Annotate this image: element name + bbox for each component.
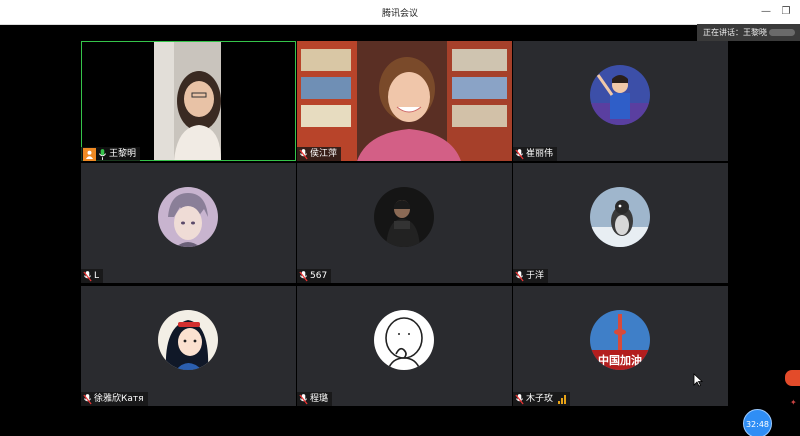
- participant-video-2: [297, 41, 512, 161]
- minimize-icon[interactable]: —: [758, 4, 774, 20]
- participant-tile-7[interactable]: 徐雅欣Катя: [81, 286, 296, 406]
- mic-muted-icon[interactable]: [299, 148, 308, 160]
- signal-bars-icon: [558, 394, 567, 404]
- participant-tile-2[interactable]: 侯江萍: [297, 41, 512, 161]
- avatar-text: 中国加油: [598, 353, 642, 367]
- participant-avatar: [590, 187, 650, 247]
- participant-namebar-6: 于洋: [513, 269, 549, 283]
- participant-name: 徐雅欣Катя: [94, 394, 144, 404]
- participant-tile-9[interactable]: 中国加油 木子玫: [513, 286, 728, 406]
- mic-on-icon[interactable]: [98, 148, 107, 160]
- participant-name: 于洋: [526, 271, 545, 281]
- participant-name: 567: [310, 271, 328, 281]
- participant-tile-1[interactable]: 王黎明: [81, 41, 296, 161]
- participant-tile-8[interactable]: 程璐: [297, 286, 512, 406]
- participant-avatar: [374, 187, 434, 247]
- participant-tile-5[interactable]: 567: [297, 163, 512, 283]
- mic-muted-icon[interactable]: [299, 393, 308, 405]
- participant-namebar-8: 程璐: [297, 392, 333, 406]
- participant-video-1: [81, 41, 296, 161]
- participant-avatar: [158, 187, 218, 247]
- mic-muted-icon[interactable]: [515, 148, 524, 160]
- floating-badge-icon[interactable]: [785, 370, 800, 386]
- participant-namebar-3: 崔丽伟: [513, 147, 558, 161]
- participant-namebar-7: 徐雅欣Катя: [81, 392, 148, 406]
- participant-name: 木子玫: [526, 394, 554, 404]
- participant-namebar-2: 侯江萍: [297, 147, 342, 161]
- title-bar: 腾讯会议 — ❐: [0, 0, 800, 25]
- participant-tile-6[interactable]: 于洋: [513, 163, 728, 283]
- participant-name: 崔丽伟: [526, 149, 554, 159]
- meeting-timer[interactable]: 32:48: [743, 409, 772, 436]
- participant-name: 侯江萍: [310, 149, 338, 159]
- mic-muted-icon[interactable]: [515, 270, 524, 282]
- participant-namebar-1: 王黎明: [81, 147, 141, 161]
- floating-decoration-icon: ✦: [790, 398, 797, 407]
- mic-muted-icon[interactable]: [515, 393, 524, 405]
- restore-icon[interactable]: ❐: [778, 4, 794, 20]
- speaking-indicator: 正在讲话：王黎晓: [697, 24, 800, 41]
- host-icon: [83, 147, 96, 161]
- participant-name: 王黎明: [109, 149, 137, 159]
- mic-muted-icon[interactable]: [83, 270, 92, 282]
- participant-tile-4[interactable]: L: [81, 163, 296, 283]
- participant-namebar-9: 木子玫: [513, 392, 571, 406]
- speaking-label: 正在讲话：: [703, 28, 743, 37]
- participant-tile-3[interactable]: 崔丽伟: [513, 41, 728, 161]
- participant-avatar: [590, 65, 650, 125]
- participant-namebar-5: 567: [297, 269, 332, 283]
- mic-muted-icon[interactable]: [83, 393, 92, 405]
- participant-namebar-4: L: [81, 269, 104, 283]
- blurred-name-overlay: [769, 29, 795, 36]
- participant-name: L: [94, 271, 100, 281]
- participant-avatar: [158, 310, 218, 370]
- participant-avatar: 中国加油: [590, 310, 650, 370]
- speaking-name: 王黎晓: [743, 28, 767, 37]
- participant-name: 程璐: [310, 394, 329, 404]
- window-title: 腾讯会议: [381, 9, 418, 19]
- participant-avatar: [374, 310, 434, 370]
- mouse-cursor-icon: [693, 373, 703, 387]
- mic-muted-icon[interactable]: [299, 270, 308, 282]
